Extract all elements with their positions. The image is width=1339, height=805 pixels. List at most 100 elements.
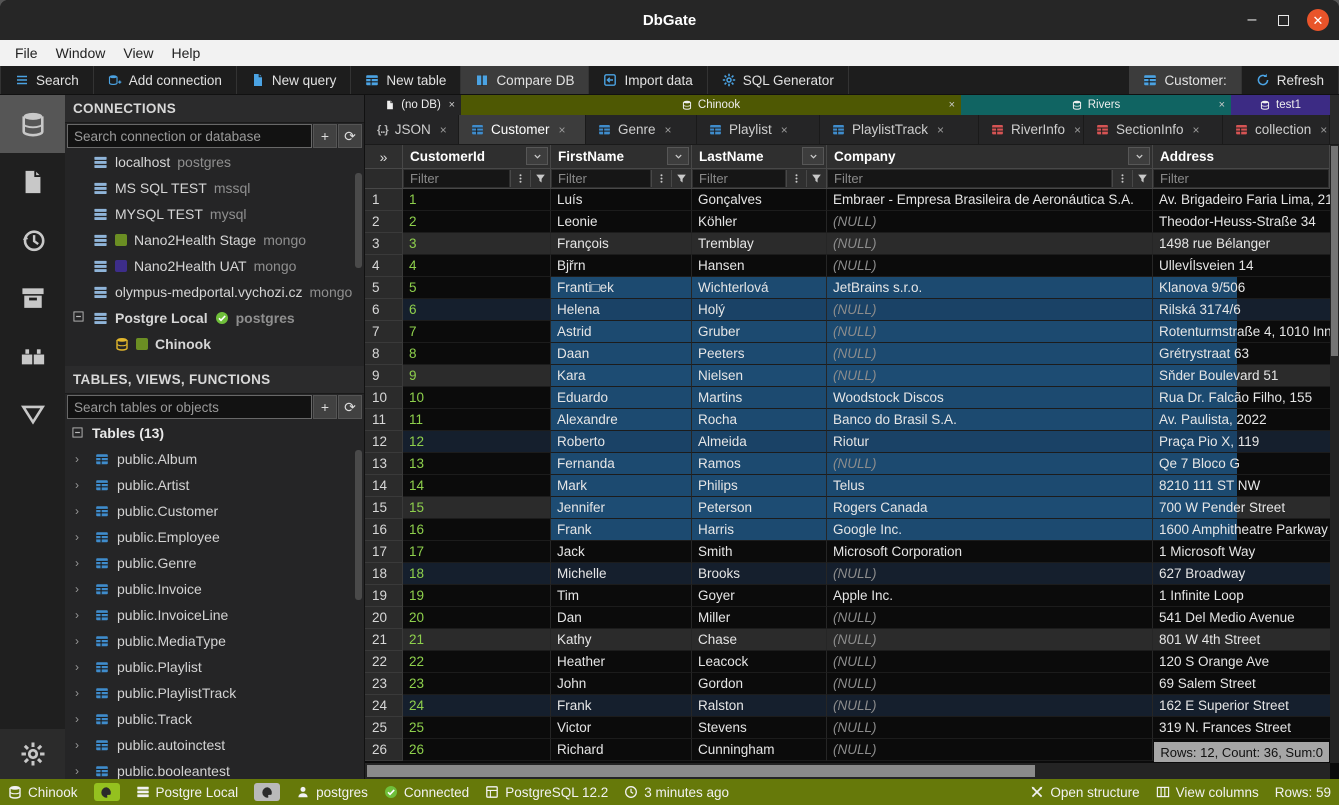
sidebar-cell-data[interactable] — [0, 385, 65, 443]
row-number[interactable]: 7 — [365, 321, 403, 343]
customer--button[interactable]: Customer: — [1129, 66, 1241, 94]
minimize-button[interactable]: – — [1244, 11, 1260, 29]
chevron-right-icon[interactable]: › — [75, 452, 79, 466]
cell-address[interactable]: 120 S Orange Ave — [1153, 651, 1237, 673]
collapse-icon[interactable] — [72, 425, 83, 441]
status-view-columns[interactable]: View columns — [1156, 785, 1259, 800]
tab-playlist[interactable]: Playlist× — [697, 115, 820, 144]
cell-first[interactable]: Richard — [551, 739, 692, 761]
cell-address[interactable]: 69 Salem Street — [1153, 673, 1237, 695]
sidebar-settings[interactable] — [0, 729, 65, 779]
row-number[interactable]: 2 — [365, 211, 403, 233]
column-header-first[interactable]: FirstName — [551, 145, 692, 169]
table-item[interactable]: ›public.PlaylistTrack — [65, 680, 364, 706]
row-number[interactable]: 16 — [365, 519, 403, 541]
cell-address[interactable]: 162 E Superior Street — [1153, 695, 1237, 717]
cell-last[interactable]: Ramos — [692, 453, 827, 475]
connection-item[interactable]: Nano2Health Stagemongo — [65, 227, 364, 253]
cell-company[interactable]: (NULL) — [827, 233, 1153, 255]
cell-company[interactable]: Embraer - Empresa Brasileira de Aeronáut… — [827, 189, 1153, 211]
row-number[interactable]: 5 — [365, 277, 403, 299]
connection-item[interactable]: Postgre Localpostgres — [65, 305, 364, 331]
cell-last[interactable]: Wichterlová — [692, 277, 827, 299]
kebab-menu-button[interactable] — [1112, 170, 1131, 187]
compare-db-button[interactable]: Compare DB — [461, 66, 589, 94]
cell-last[interactable]: Almeida — [692, 431, 827, 453]
cell-first[interactable]: François — [551, 233, 692, 255]
chevron-right-icon[interactable]: › — [75, 686, 79, 700]
sidebar-query-files[interactable] — [0, 153, 65, 211]
grid-horizontal-scrollbar[interactable] — [365, 763, 1330, 779]
cell-address[interactable]: 627 Broadway — [1153, 563, 1237, 585]
column-header-id[interactable]: CustomerId — [403, 145, 551, 169]
chevron-right-icon[interactable]: › — [75, 634, 79, 648]
cell-first[interactable]: Astrid — [551, 321, 692, 343]
cell-last[interactable]: Chase — [692, 629, 827, 651]
cell-id[interactable]: 22 — [403, 651, 551, 673]
cell-last[interactable]: Philips — [692, 475, 827, 497]
cell-address[interactable]: 319 N. Frances Street — [1153, 717, 1237, 739]
cell-last[interactable]: Stevens — [692, 717, 827, 739]
cell-address[interactable]: UllevÍlsveien 14 — [1153, 255, 1237, 277]
row-number[interactable]: 25 — [365, 717, 403, 739]
cell-first[interactable]: Franti□ek — [551, 277, 692, 299]
cell-last[interactable]: Ralston — [692, 695, 827, 717]
close-button[interactable]: ✕ — [1307, 9, 1329, 31]
cell-last[interactable]: Gordon — [692, 673, 827, 695]
collapse-all-columns-button[interactable]: » — [365, 145, 403, 169]
row-number[interactable]: 13 — [365, 453, 403, 475]
cell-company[interactable]: (NULL) — [827, 717, 1153, 739]
close-icon[interactable]: × — [1219, 99, 1225, 111]
cell-id[interactable]: 26 — [403, 739, 551, 761]
cell-address[interactable]: 1 Infinite Loop — [1153, 585, 1237, 607]
cell-company[interactable]: Google Inc. — [827, 519, 1153, 541]
add-connection-plus-button[interactable]: + — [313, 124, 337, 148]
table-item[interactable]: ›public.Artist — [65, 472, 364, 498]
kebab-menu-button[interactable] — [510, 170, 529, 187]
cell-address[interactable]: 8210 111 ST NW — [1153, 475, 1237, 497]
cell-first[interactable]: Michelle — [551, 563, 692, 585]
cell-first[interactable]: Alexandre — [551, 409, 692, 431]
connection-item[interactable]: MYSQL TESTmysql — [65, 201, 364, 227]
row-number[interactable]: 10 — [365, 387, 403, 409]
close-icon[interactable]: × — [559, 123, 566, 137]
cell-id[interactable]: 19 — [403, 585, 551, 607]
table-item[interactable]: ›public.booleantest — [65, 758, 364, 779]
cell-first[interactable]: Leonie — [551, 211, 692, 233]
cell-first[interactable]: Dan — [551, 607, 692, 629]
cell-last[interactable]: Brooks — [692, 563, 827, 585]
cell-address[interactable]: Qe 7 Bloco G — [1153, 453, 1237, 475]
tab-sectioninfo[interactable]: SectionInfo× — [1084, 115, 1223, 144]
cell-company[interactable]: Banco do Brasil S.A. — [827, 409, 1153, 431]
cell-id[interactable]: 7 — [403, 321, 551, 343]
cell-id[interactable]: 14 — [403, 475, 551, 497]
cell-company[interactable]: Woodstock Discos — [827, 387, 1153, 409]
table-item[interactable]: ›public.Album — [65, 446, 364, 472]
tables-group[interactable]: Tables (13) — [65, 420, 364, 446]
table-item[interactable]: ›public.Playlist — [65, 654, 364, 680]
grid-horizontal-scrollbar-thumb[interactable] — [367, 765, 1035, 777]
cell-id[interactable]: 3 — [403, 233, 551, 255]
cell-company[interactable]: JetBrains s.r.o. — [827, 277, 1153, 299]
cell-address[interactable]: Klanova 9/506 — [1153, 277, 1237, 299]
row-number[interactable]: 21 — [365, 629, 403, 651]
cell-company[interactable]: (NULL) — [827, 739, 1153, 761]
column-header-last[interactable]: LastName — [692, 145, 827, 169]
filter-funnel-button[interactable] — [671, 170, 690, 187]
table-item[interactable]: ›public.Track — [65, 706, 364, 732]
filter-funnel-button[interactable] — [1132, 170, 1151, 187]
column-header-address[interactable]: Address — [1153, 145, 1330, 169]
connections-search-input[interactable] — [67, 124, 312, 148]
refresh-button[interactable]: Refresh — [1242, 66, 1339, 94]
cell-last[interactable]: Miller — [692, 607, 827, 629]
connection-item[interactable]: localhostpostgres — [65, 149, 364, 175]
filter-input-id[interactable] — [404, 170, 509, 187]
table-item[interactable]: ›public.InvoiceLine — [65, 602, 364, 628]
sidebar-archive[interactable] — [0, 269, 65, 327]
row-number[interactable]: 1 — [365, 189, 403, 211]
cell-last[interactable]: Harris — [692, 519, 827, 541]
cell-first[interactable]: Fernanda — [551, 453, 692, 475]
cell-id[interactable]: 8 — [403, 343, 551, 365]
menu-file[interactable]: File — [6, 40, 47, 66]
tab-genre[interactable]: Genre× — [586, 115, 697, 144]
